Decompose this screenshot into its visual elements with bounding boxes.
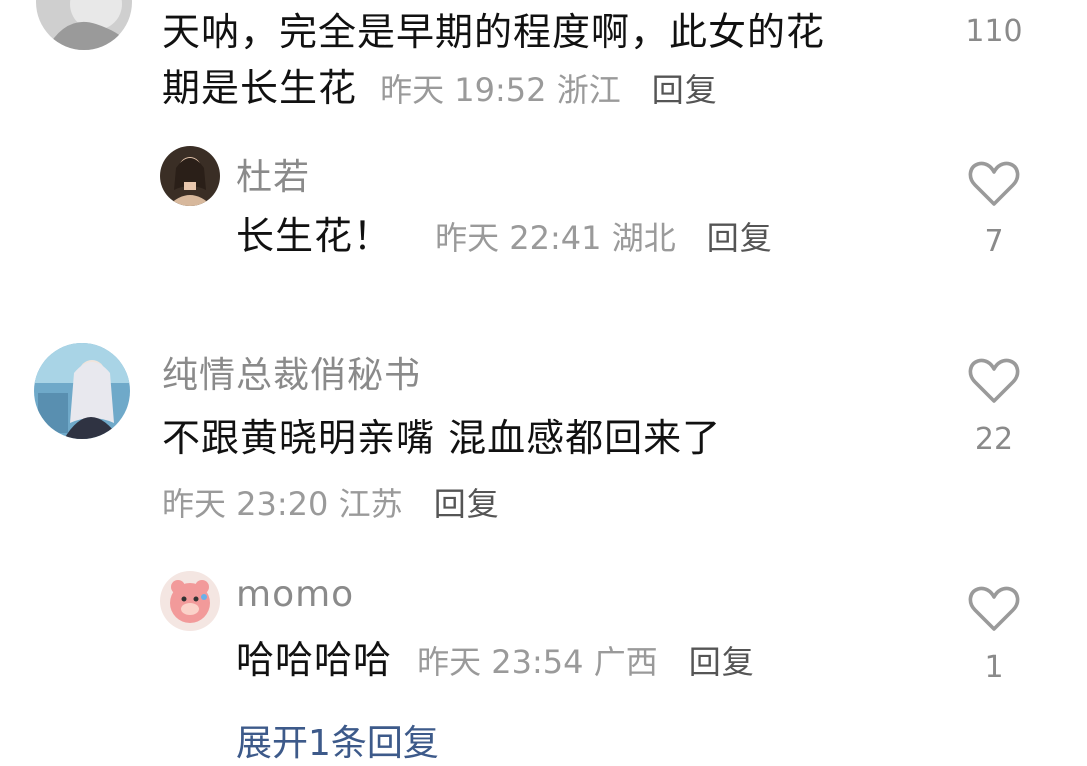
comment-text: 期是长生花 昨天 19:52 浙江 回复 [162, 62, 718, 116]
heart-outline-icon[interactable] [967, 357, 1021, 405]
comment-time-value: 昨天 23:54 [417, 643, 584, 681]
like-count: 22 [974, 422, 1014, 457]
comment-text-line: 不跟黄晓明亲嘴 混血感都回来了 [162, 416, 722, 460]
like-count: 7 [984, 224, 1004, 259]
heart-outline-icon[interactable] [967, 160, 1021, 208]
comment-text-line: 哈哈哈哈 [236, 638, 393, 682]
avatar[interactable] [160, 146, 220, 206]
username[interactable]: 杜若 [236, 148, 310, 200]
reply-button[interactable]: 回复 [689, 643, 755, 681]
comment-time: 昨天 19:52 浙江 [380, 71, 621, 109]
comment-text-line: 天呐，完全是早期的程度啊，此女的花 [162, 10, 826, 54]
comment-text-line: 长生花！ [236, 214, 393, 258]
avatar[interactable] [160, 571, 220, 631]
reply-button[interactable]: 回复 [707, 219, 773, 257]
comment-location: 广西 [593, 643, 658, 681]
username[interactable]: momo [236, 574, 354, 615]
comment-time-value: 昨天 22:41 [435, 219, 602, 257]
comment-time: 昨天 22:41 湖北 [435, 219, 676, 257]
comment-text: 不跟黄晓明亲嘴 混血感都回来了 [162, 412, 721, 464]
comment-text: 长生花！ 昨天 22:41 湖北 回复 [236, 210, 773, 264]
like-count: 110 [965, 14, 1023, 49]
comment-text-line: 期是长生花 [162, 66, 358, 110]
like-count: 1 [984, 650, 1004, 685]
avatar[interactable] [34, 343, 130, 439]
comment-time-value: 昨天 23:20 [162, 485, 329, 523]
comment-location: 江苏 [338, 485, 403, 523]
avatar[interactable] [36, 0, 132, 50]
comment-location: 湖北 [611, 219, 676, 257]
comment-time: 昨天 23:20 江苏 [162, 485, 403, 523]
comment-text: 哈哈哈哈 昨天 23:54 广西 回复 [236, 634, 755, 688]
expand-replies-link[interactable]: 展开1条回复 [236, 714, 439, 766]
username[interactable]: 纯情总裁俏秘书 [162, 346, 421, 398]
comment-time: 昨天 23:54 广西 [417, 643, 658, 681]
comment-text: 天呐，完全是早期的程度啊，此女的花 [162, 6, 825, 58]
comment-time-value: 昨天 19:52 [380, 71, 547, 109]
heart-outline-icon[interactable] [967, 585, 1021, 633]
comment-location: 浙江 [556, 71, 621, 109]
reply-button[interactable]: 回复 [652, 71, 718, 109]
reply-button[interactable]: 回复 [434, 485, 500, 523]
comment-meta: 昨天 23:20 江苏 回复 [162, 476, 500, 530]
